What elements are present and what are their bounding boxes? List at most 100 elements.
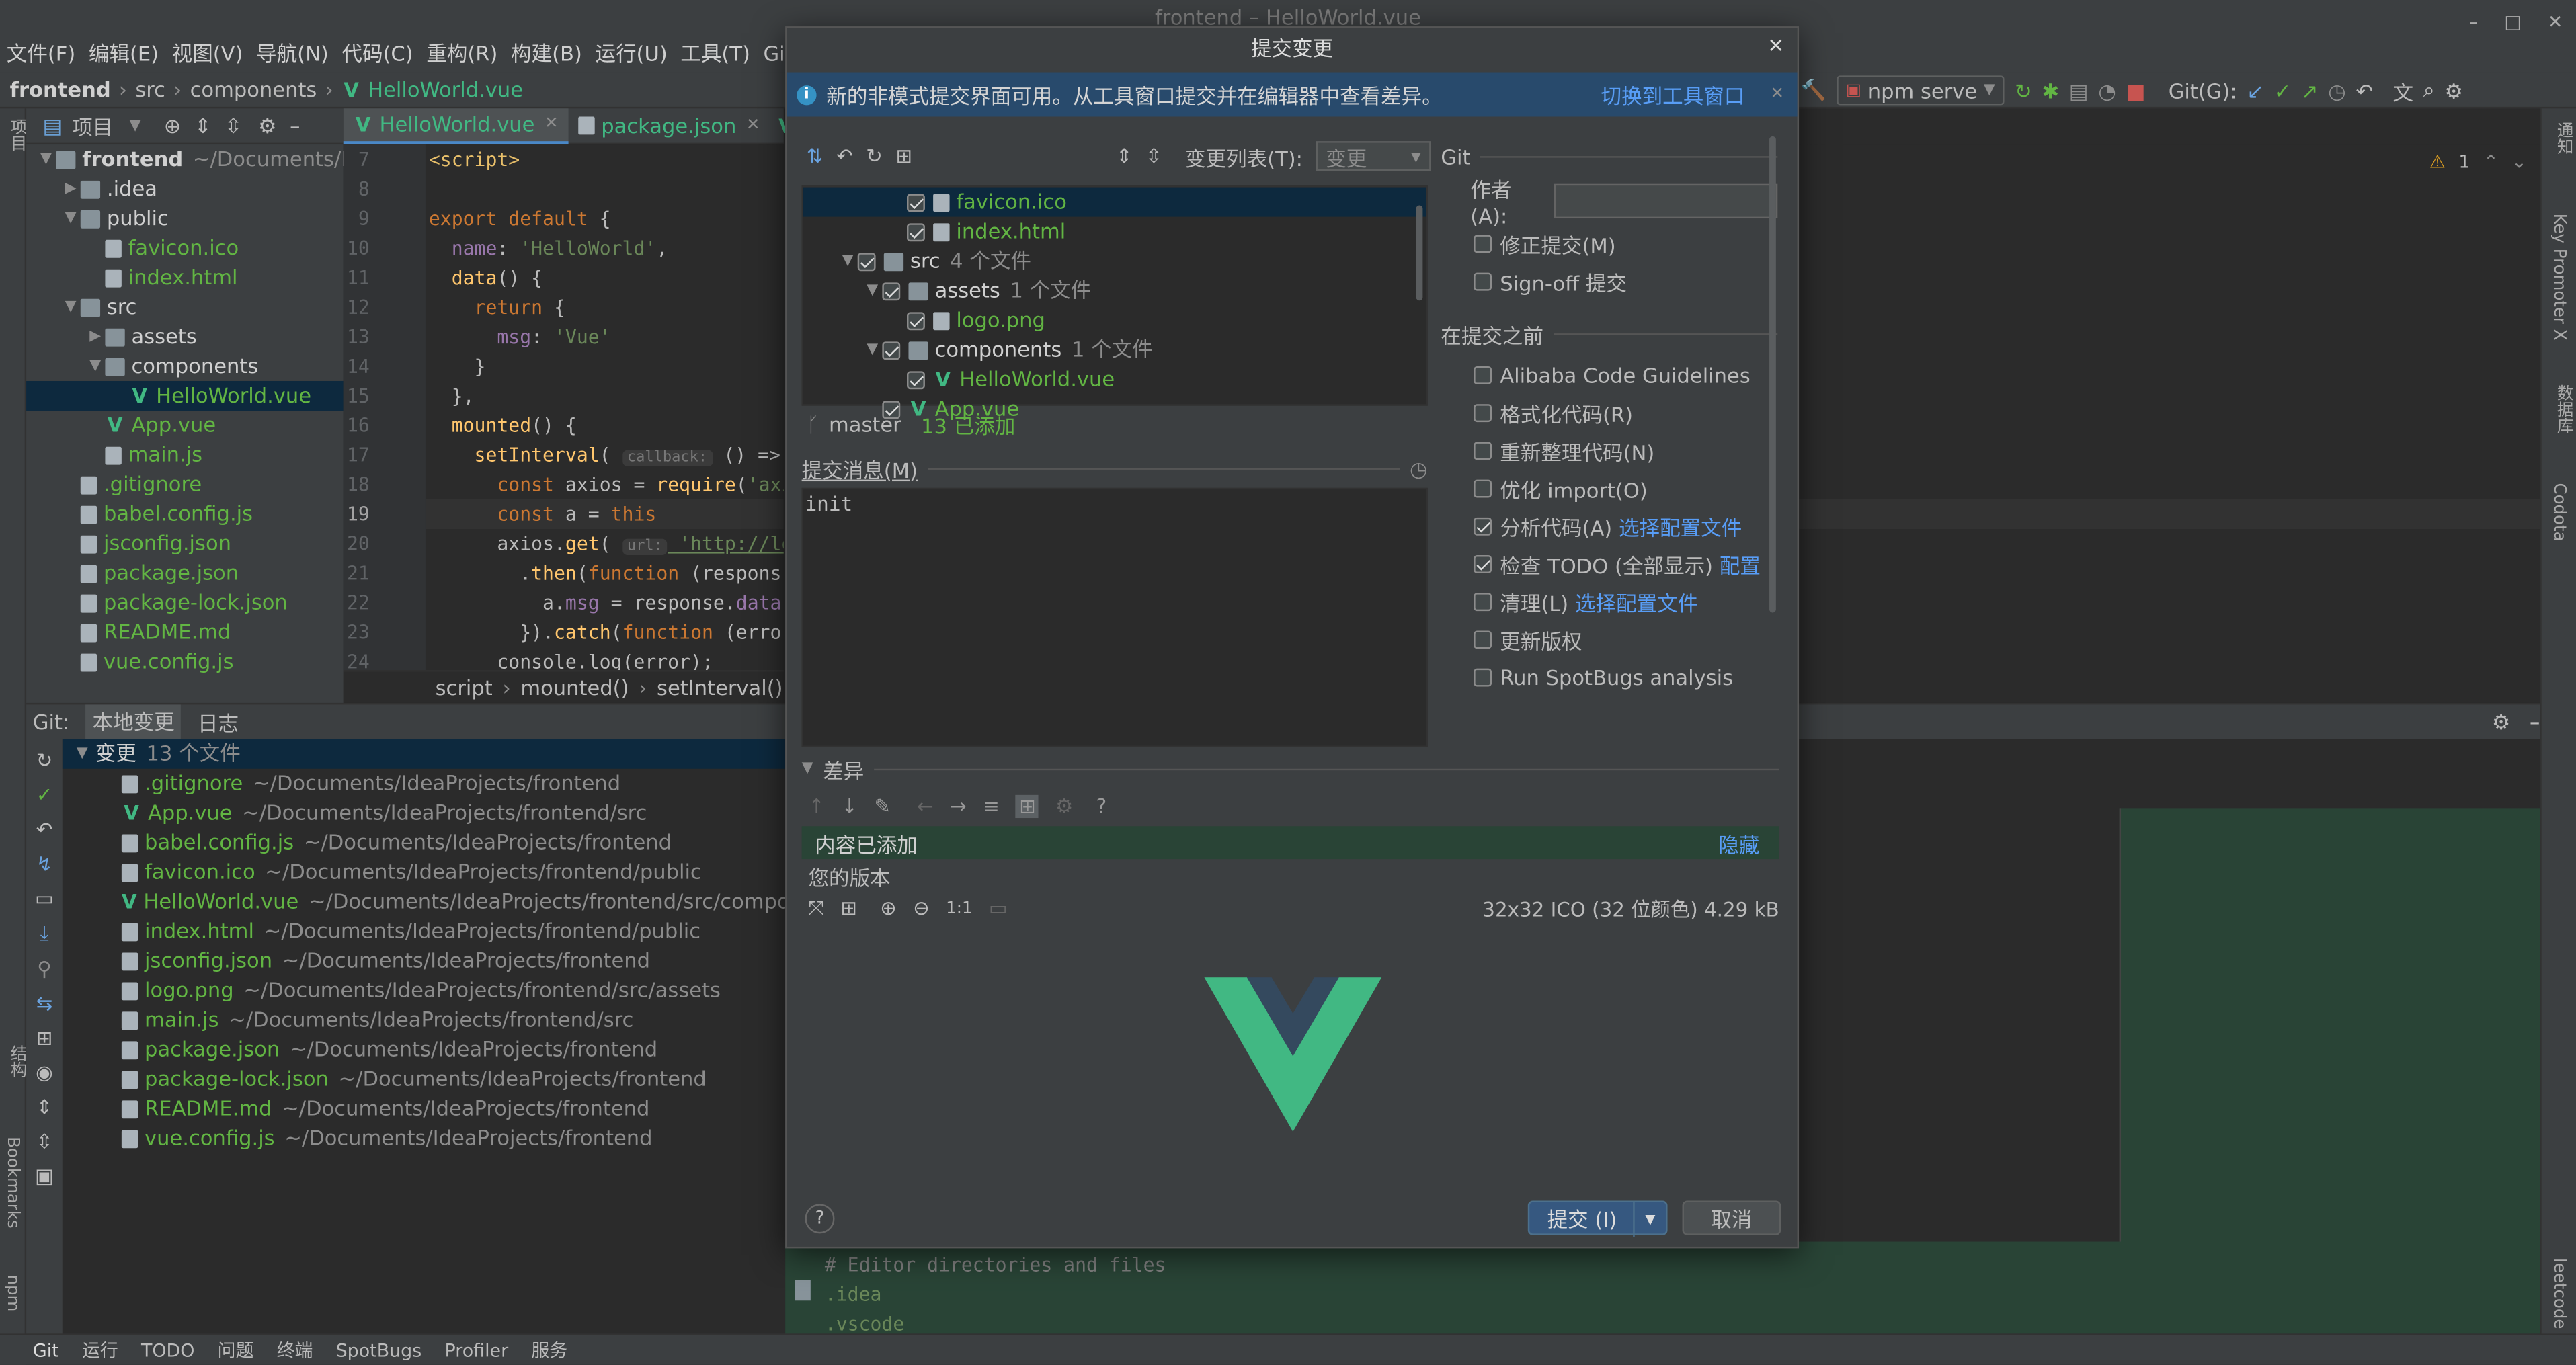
project-tree-item[interactable]: index.html (26, 263, 344, 292)
collapse-all-icon[interactable]: ⇳ (225, 114, 242, 138)
project-tree-item[interactable]: V HelloWorld.vue (26, 380, 344, 411)
bottom-tab[interactable]: Profiler (444, 1339, 508, 1361)
code-area[interactable]: <script> export default { name: 'HelloWo… (425, 144, 784, 670)
before-commit-option[interactable]: Alibaba Code Guidelines (1474, 356, 1777, 394)
chevron-down-icon[interactable]: ▼ (61, 204, 80, 233)
git-commit-icon[interactable]: ✓ (2274, 78, 2292, 103)
project-tree-item[interactable]: main.js (26, 440, 344, 470)
search-icon[interactable]: ⌕ (2423, 77, 2435, 104)
options-scrollbar[interactable] (1769, 136, 1776, 613)
option-checkbox[interactable] (1474, 555, 1492, 573)
rerun-icon[interactable]: ↻ (2015, 78, 2032, 103)
project-panel-title[interactable]: 项目 (72, 110, 113, 141)
chevron-up-icon[interactable]: ⌃ (2483, 151, 2499, 173)
background-icon[interactable]: ▭ (989, 897, 1008, 919)
changes-group-row[interactable]: ▼ 变更 13 个文件 (62, 739, 786, 769)
menu-view[interactable]: 视图(V) (165, 36, 249, 73)
hide-icon[interactable]: – (290, 114, 300, 138)
project-tree-item[interactable]: ▼ src (26, 292, 344, 322)
settings-icon[interactable]: ⚙ (2445, 78, 2463, 103)
before-commit-option[interactable]: 重新整理代码(N) (1474, 432, 1777, 470)
project-tree-item[interactable]: V App.vue (26, 411, 344, 440)
collapse-all-icon[interactable]: ⇳ (1145, 144, 1162, 167)
project-tree-item[interactable]: ▼ public (26, 204, 344, 233)
menu-navigate[interactable]: 导航(N) (249, 36, 335, 73)
project-tool-tab[interactable]: 项目 (3, 118, 28, 151)
changed-file-row[interactable]: V HelloWorld.vue ~/Documents/IdeaProjects/… (63, 887, 847, 917)
breadcrumb-src[interactable]: src (135, 77, 165, 102)
chevron-right-icon[interactable]: ▶ (61, 174, 80, 204)
chevron-down-icon[interactable]: ▼ (862, 335, 882, 365)
tab-helloworld[interactable]: V HelloWorld.vue ✕ (343, 108, 569, 144)
help-icon[interactable]: ? (1096, 795, 1107, 818)
cancel-button[interactable]: 取消 (1682, 1200, 1781, 1235)
chevron-down-icon[interactable]: ▼ (85, 351, 105, 381)
history-icon[interactable]: ◷ (1410, 456, 1428, 481)
expand-all-icon[interactable]: ⇕ (194, 114, 212, 138)
bottom-tab[interactable]: TODO (141, 1339, 194, 1361)
option-checkbox[interactable] (1474, 442, 1492, 460)
bottom-tab[interactable]: 运行 (82, 1337, 118, 1363)
before-commit-option[interactable]: 更新版权 (1474, 621, 1777, 659)
bottom-tab[interactable]: 服务 (531, 1337, 567, 1363)
project-tree-item[interactable]: vue.config.js (26, 647, 344, 677)
commit-icon[interactable]: ✓ (36, 784, 53, 806)
close-dialog-icon[interactable]: ✕ (1767, 34, 1784, 57)
chevron-down-icon[interactable]: ▼ (61, 292, 80, 322)
commit-tree-item[interactable]: ▼ components 1 个文件 (803, 335, 1426, 365)
eye-icon[interactable]: ◉ (36, 1061, 53, 1084)
option-checkbox[interactable] (1474, 479, 1492, 498)
chevron-down-icon[interactable]: ▼ (130, 118, 141, 134)
gear-icon[interactable]: ⚙ (2492, 710, 2510, 735)
include-checkbox[interactable] (882, 341, 901, 359)
tab-log[interactable]: 日志 (198, 706, 239, 737)
changed-file-row[interactable]: package-lock.json ~/Documents/IdeaProject… (63, 1065, 785, 1094)
previous-diff-icon[interactable]: ↑ (808, 795, 825, 818)
build-icon[interactable]: 🔨 (1800, 77, 1826, 104)
option-checkbox[interactable] (1474, 668, 1492, 687)
chevron-down-icon[interactable]: ▼ (36, 144, 56, 174)
changed-file-row[interactable]: .gitignore ~/Documents/IdeaProjects/front… (63, 769, 785, 798)
changed-file-row[interactable]: logo.png ~/Documents/IdeaProjects/fronten… (63, 976, 785, 1005)
include-checkbox[interactable] (882, 282, 901, 300)
chevron-right-icon[interactable]: ▶ (85, 322, 105, 351)
profile-icon[interactable]: ◔ (2098, 78, 2116, 103)
chevron-down-icon[interactable]: ▼ (73, 739, 92, 769)
menu-build[interactable]: 构建(B) (504, 36, 588, 73)
refresh-icon[interactable]: ↻ (36, 749, 53, 772)
changed-file-row[interactable]: index.html ~/Documents/IdeaProjects/front… (63, 917, 785, 946)
chevron-down-icon[interactable]: ⌄ (2511, 151, 2527, 173)
changed-file-row[interactable]: main.js ~/Documents/IdeaProjects/frontend… (63, 1005, 785, 1035)
bottom-tab[interactable]: 终端 (277, 1337, 313, 1363)
git-rollback-icon[interactable]: ↶ (2356, 78, 2374, 103)
before-commit-option[interactable]: 分析代码(A) 选择配置文件 (1474, 507, 1777, 545)
leetcode-tool-tab[interactable]: leetcode (2550, 1258, 2568, 1329)
project-tree-item[interactable]: ▶ assets (26, 322, 344, 351)
crumb-mounted[interactable]: mounted() (520, 675, 629, 700)
amend-option[interactable]: 修正提交(M) (1441, 225, 1777, 263)
crumb-script[interactable]: script (436, 675, 493, 700)
option-config-link[interactable]: 选择配置文件 (1575, 586, 1698, 617)
breadcrumb-file[interactable]: HelloWorld.vue (368, 77, 523, 102)
debug-icon[interactable]: ✱ (2042, 78, 2059, 103)
breadcrumb-project[interactable]: frontend (10, 77, 111, 102)
close-icon[interactable]: ✕ (545, 115, 559, 133)
author-input[interactable] (1554, 183, 1778, 218)
forward-icon[interactable]: → (950, 795, 967, 818)
include-checkbox[interactable] (907, 193, 925, 212)
locate-icon[interactable]: ⊕ (164, 114, 182, 138)
show-diff-icon[interactable]: ⇅ (807, 144, 823, 167)
preview-icon[interactable]: ▣ (35, 1165, 54, 1188)
menu-refactor[interactable]: 重构(R) (419, 36, 504, 73)
expand-all-icon[interactable]: ⇕ (1116, 144, 1133, 167)
commit-tree-item[interactable]: logo.png (803, 306, 1426, 335)
option-checkbox[interactable] (1474, 404, 1492, 423)
include-checkbox[interactable] (907, 311, 925, 329)
include-checkbox[interactable] (907, 222, 925, 241)
run-config-selector[interactable]: ▣ npm serve ▼ (1836, 75, 2005, 106)
breadcrumb-components[interactable]: components (190, 77, 317, 102)
chevron-down-icon[interactable]: ▼ (1633, 1202, 1666, 1237)
structure-tool-tab[interactable]: 结构 (3, 1044, 28, 1077)
list-icon[interactable]: ≡ (983, 795, 1000, 818)
tab-local-changes[interactable]: 本地变更 (85, 704, 182, 740)
